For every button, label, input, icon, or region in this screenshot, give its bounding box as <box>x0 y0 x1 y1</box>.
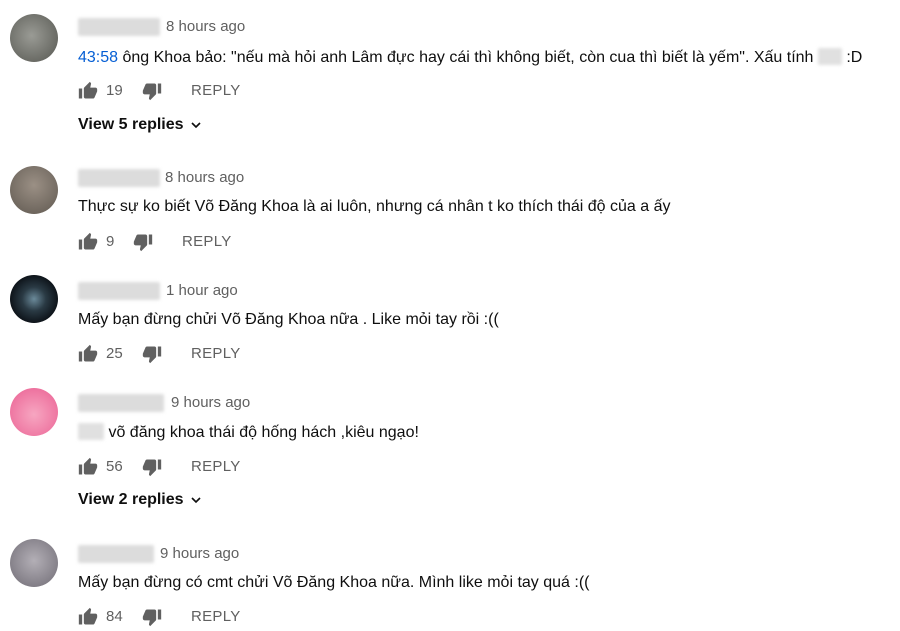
comment-text: võ đăng khoa thái độ hống hách ,kiêu ngạ… <box>78 423 419 442</box>
comment-actions: 84 REPLY <box>78 607 378 627</box>
like-count: 9 <box>106 233 115 250</box>
redacted-text <box>817 48 842 65</box>
view-replies-label: View 5 replies <box>78 116 184 133</box>
thumbs-down-icon[interactable] <box>133 232 153 252</box>
reply-button[interactable]: REPLY <box>191 82 241 99</box>
avatar[interactable] <box>10 388 58 436</box>
reply-button[interactable]: REPLY <box>191 458 241 475</box>
view-replies-button[interactable]: View 5 replies <box>78 116 204 134</box>
reply-button[interactable]: REPLY <box>182 233 232 250</box>
author-name-redacted[interactable] <box>78 545 154 563</box>
thumbs-down-icon[interactable] <box>142 81 162 101</box>
thumbs-up-icon[interactable] <box>78 607 98 627</box>
comment-timestamp[interactable]: 9 hours ago <box>160 545 239 562</box>
thumbs-up-icon[interactable] <box>78 81 98 101</box>
comment-actions: 9 REPLY <box>78 232 378 252</box>
avatar[interactable] <box>10 539 58 587</box>
comment-timestamp[interactable]: 8 hours ago <box>165 169 244 186</box>
comment-actions: 25 REPLY <box>78 344 378 364</box>
video-timestamp-link[interactable]: 43:58 <box>78 49 118 66</box>
author-name-redacted[interactable] <box>78 169 160 187</box>
comment-actions: 19 REPLY <box>78 81 378 101</box>
comment-text-body: ông Khoa bảo: "nếu mà hỏi anh Lâm đực ha… <box>118 49 818 66</box>
author-name-redacted[interactable] <box>78 282 160 300</box>
comment-text: Thực sự ko biết Võ Đăng Khoa là ai luôn,… <box>78 198 671 215</box>
comment-text: Mấy bạn đừng có cmt chửi Võ Đăng Khoa nữ… <box>78 574 590 591</box>
like-count: 19 <box>106 82 123 99</box>
like-count: 84 <box>106 608 123 625</box>
avatar[interactable] <box>10 275 58 323</box>
avatar[interactable] <box>10 14 58 62</box>
like-count: 56 <box>106 458 123 475</box>
thumbs-down-icon[interactable] <box>142 457 162 477</box>
thumbs-down-icon[interactable] <box>142 607 162 627</box>
comment-text: Mấy bạn đừng chửi Võ Đăng Khoa nữa . Lik… <box>78 311 499 328</box>
comment-actions: 56 REPLY <box>78 457 378 477</box>
comment-timestamp[interactable]: 8 hours ago <box>166 18 245 35</box>
comment-text: 43:58 ông Khoa bảo: "nếu mà hỏi anh Lâm … <box>78 48 862 67</box>
reply-button[interactable]: REPLY <box>191 345 241 362</box>
redacted-mention <box>78 423 104 440</box>
like-count: 25 <box>106 345 123 362</box>
author-name-redacted[interactable] <box>78 18 160 36</box>
thumbs-up-icon[interactable] <box>78 344 98 364</box>
thumbs-up-icon[interactable] <box>78 232 98 252</box>
author-name-redacted[interactable] <box>78 394 164 412</box>
chevron-down-icon <box>190 122 201 129</box>
reply-button[interactable]: REPLY <box>191 608 241 625</box>
comment-text-end: :D <box>841 49 863 66</box>
view-replies-button[interactable]: View 2 replies <box>78 491 204 509</box>
view-replies-label: View 2 replies <box>78 491 184 508</box>
chevron-down-icon <box>190 497 201 504</box>
avatar[interactable] <box>10 166 58 214</box>
thumbs-up-icon[interactable] <box>78 457 98 477</box>
comment-timestamp[interactable]: 1 hour ago <box>166 282 238 299</box>
comment-text-body: võ đăng khoa thái độ hống hách ,kiêu ngạ… <box>104 424 419 441</box>
comment-timestamp[interactable]: 9 hours ago <box>171 394 250 411</box>
thumbs-down-icon[interactable] <box>142 344 162 364</box>
